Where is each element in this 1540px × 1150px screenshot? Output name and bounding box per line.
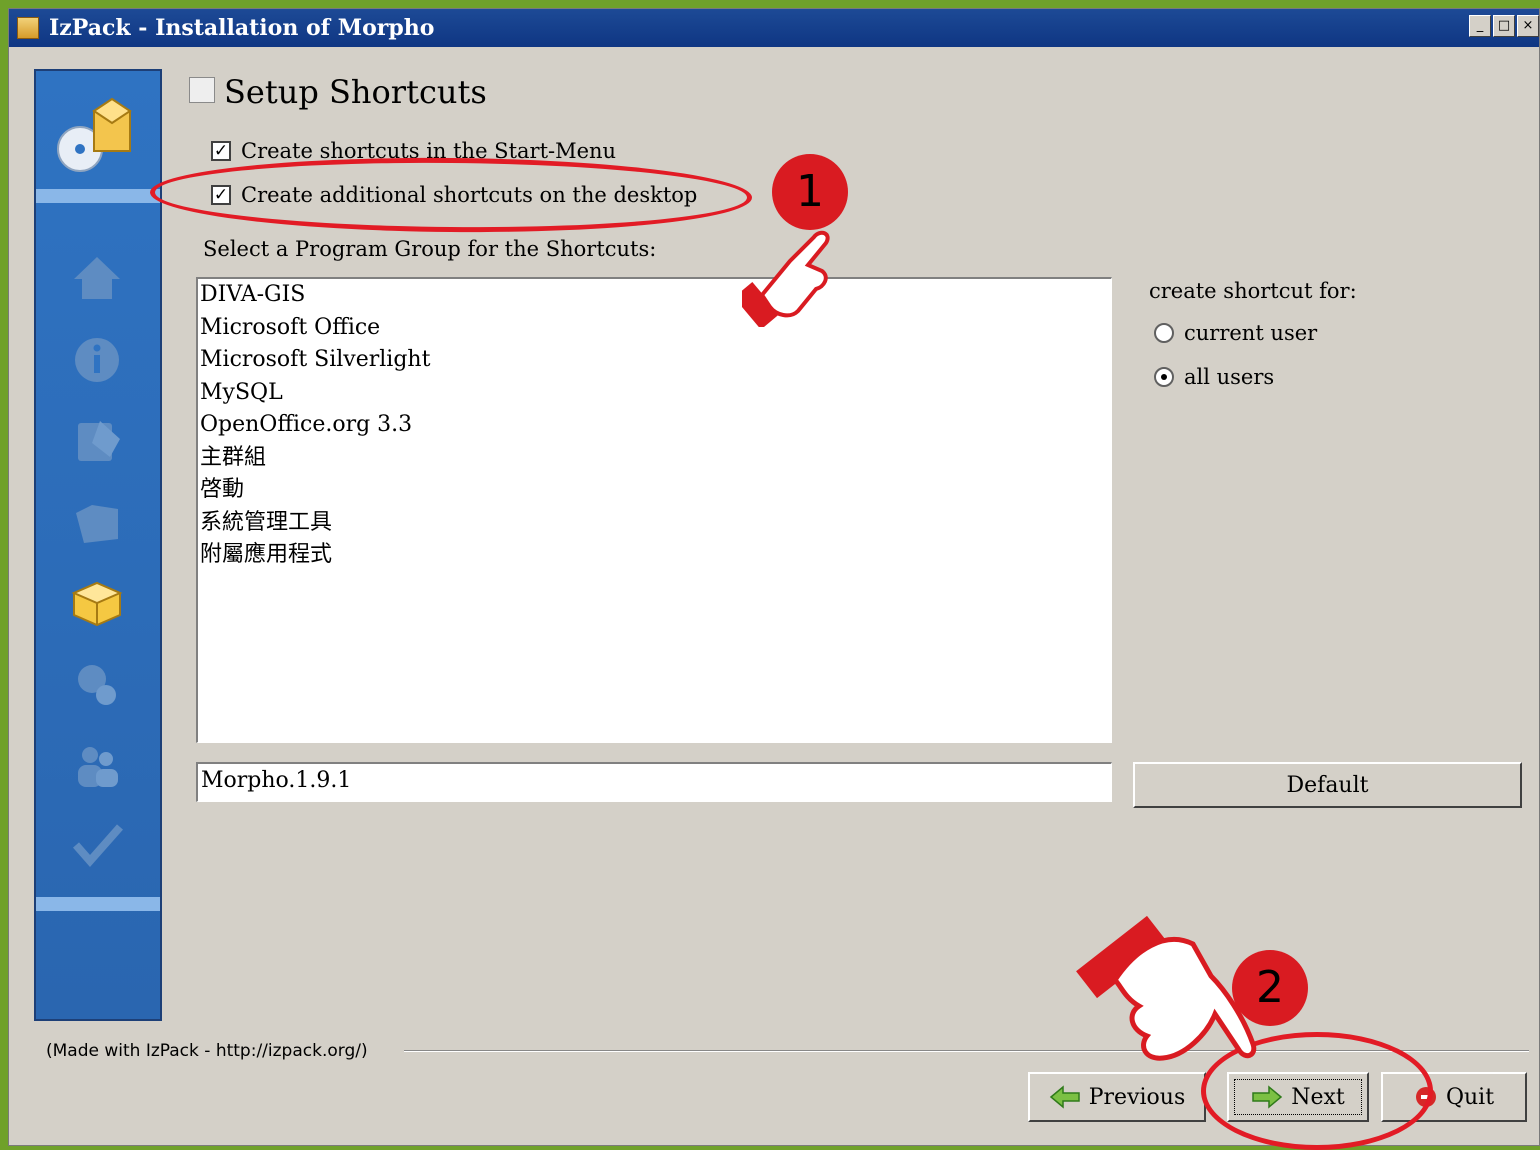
quit-button-label: Quit [1445,1084,1495,1110]
sidebar-separator [36,189,160,203]
current-user-radio-label: current user [1184,321,1318,345]
license-icon [78,421,120,461]
list-item[interactable]: Microsoft Silverlight [198,344,1111,377]
list-item[interactable]: OpenOffice.org 3.3 [198,409,1111,442]
default-button-label: Default [1286,772,1369,798]
sidebar-separator [36,897,160,911]
panel-title: Setup Shortcuts [224,73,487,111]
all-users-radio-label: all users [1184,365,1275,389]
gears-icon [78,665,116,705]
list-item[interactable]: 主群組 [198,442,1111,475]
app-icon [17,17,39,39]
made-with-izpack-text: (Made with IzPack - http://izpack.org/) [46,1041,368,1061]
program-group-name-field[interactable]: Morpho.1.9.1 [196,762,1112,802]
panel-heading-icon [189,77,215,103]
previous-button[interactable]: Previous [1028,1072,1206,1122]
start-menu-checkbox[interactable]: ✓ [211,141,231,161]
info-icon [75,338,119,382]
program-group-label: Select a Program Group for the Shortcuts… [203,237,657,261]
all-users-radio-row[interactable]: all users [1154,365,1274,389]
pointing-hand-icon [1076,915,1257,1061]
previous-button-label: Previous [1088,1084,1186,1110]
list-item[interactable]: Microsoft Office [198,312,1111,345]
list-item[interactable]: 系統管理工具 [198,507,1111,540]
current-user-radio[interactable] [1154,323,1174,343]
window-title: IzPack - Installation of Morpho [49,15,435,41]
checkmark-icon [72,824,123,868]
list-item[interactable]: MySQL [198,377,1111,410]
folder-icon [76,505,118,543]
list-item[interactable]: 附屬應用程式 [198,539,1111,572]
create-for-label: create shortcut for: [1149,279,1357,303]
current-user-radio-row[interactable]: current user [1154,321,1317,345]
default-button[interactable]: Default [1133,762,1522,808]
close-button[interactable]: × [1517,15,1539,37]
list-item[interactable]: DIVA-GIS [198,279,1111,312]
users-icon [78,747,118,787]
home-icon [74,257,120,299]
program-group-list[interactable]: DIVA-GIS Microsoft Office Microsoft Silv… [196,277,1112,743]
title-bar: IzPack - Installation of Morpho _ □ × [9,9,1539,47]
minimize-button[interactable]: _ [1469,15,1491,37]
pointing-hand-icon [742,230,830,327]
maximize-button[interactable]: □ [1493,15,1515,37]
all-users-radio[interactable] [1154,367,1174,387]
window-controls: _ □ × [1469,15,1539,37]
list-item[interactable]: 啓動 [198,474,1111,507]
arrow-left-icon [1049,1085,1080,1109]
package-icon [71,581,123,627]
step-sidebar [34,69,162,1021]
installer-logo-icon [57,97,132,172]
